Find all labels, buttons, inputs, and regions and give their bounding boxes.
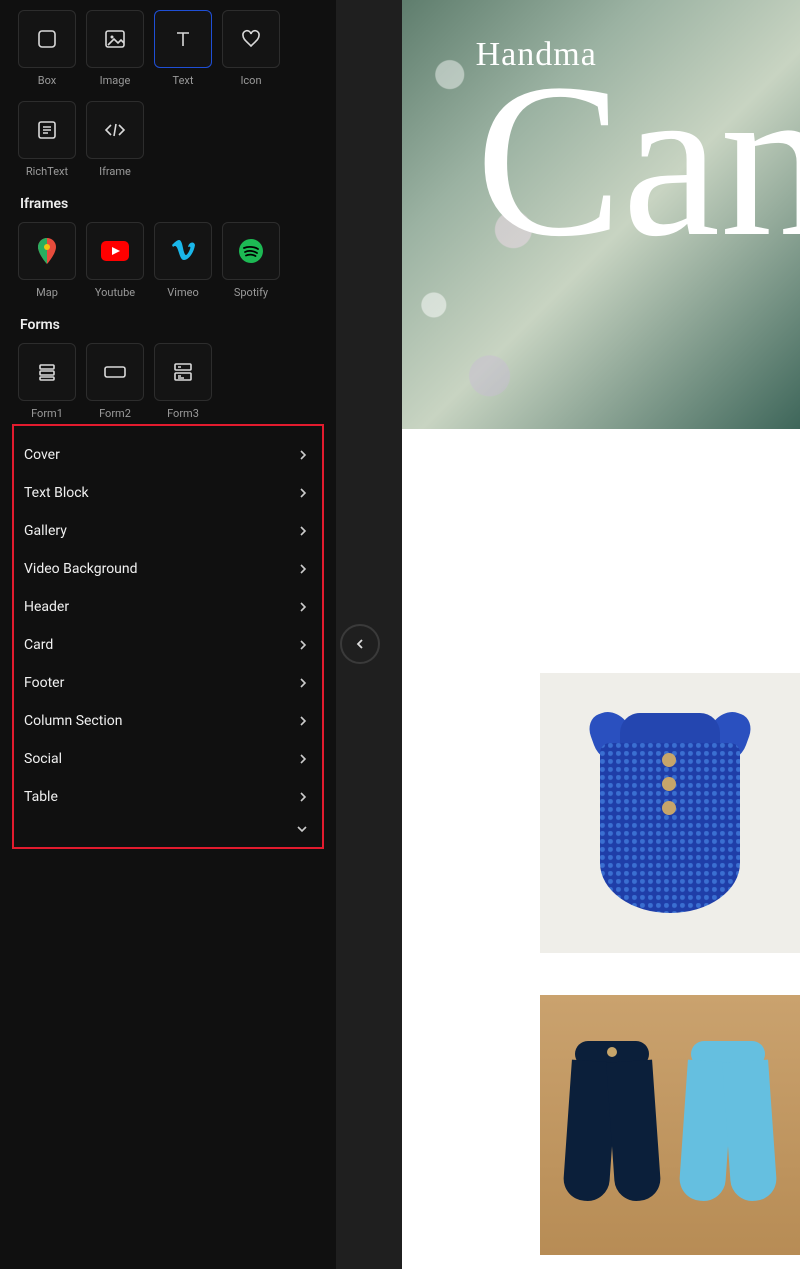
chevron-right-icon [298,716,308,726]
iframe-map[interactable]: Map [18,222,76,299]
iframe-label: Map [36,286,58,299]
chevron-right-icon [298,754,308,764]
form-form1[interactable]: Form1 [18,343,76,420]
element-label: Iframe [99,165,131,178]
form-label: Form1 [31,407,63,420]
youtube-icon [86,222,144,280]
hero-script: Can [476,94,800,226]
product-image-dress [540,673,800,953]
hero-image: Handma Can [402,0,800,429]
element-label: Text [173,74,194,87]
chevron-down-icon[interactable] [296,823,308,835]
template-item-label: Cover [24,447,60,463]
spotify-icon [222,222,280,280]
template-item-label: Header [24,599,69,615]
preview-canvas[interactable]: Handma Can [402,0,800,1269]
section-title-forms: Forms [20,317,318,333]
template-item-label: Card [24,637,53,653]
form2-icon [86,343,144,401]
form-label: Form2 [99,407,131,420]
template-item-label: Gallery [24,523,67,539]
sidebar-gap [336,0,402,1269]
chevron-right-icon [298,678,308,688]
chevron-right-icon [298,792,308,802]
template-item-label: Social [24,751,62,767]
iframe-label: Vimeo [167,286,198,299]
chevron-right-icon [298,564,308,574]
template-item-label: Column Section [24,713,122,729]
elements-grid-row1: Box Image Text Icon [18,10,318,87]
template-item-table[interactable]: Table [20,778,316,816]
form-form2[interactable]: Form2 [86,343,144,420]
richtext-icon [18,101,76,159]
element-label: Box [38,74,56,87]
form-label: Form3 [167,407,199,420]
element-label: RichText [26,165,68,178]
template-item-label: Video Background [24,561,138,577]
forms-grid: Form1 Form2 Form3 [18,343,318,420]
elements-grid-row2: RichText Iframe [18,101,318,178]
section-title-iframes: Iframes [20,196,318,212]
template-item-footer[interactable]: Footer [20,664,316,702]
editor-sidebar: Box Image Text Icon [0,0,336,1269]
iframe-label: Youtube [95,286,135,299]
text-icon [154,10,212,68]
iframes-grid: Map Youtube Vimeo Spotify [18,222,318,299]
form-form3[interactable]: Form3 [154,343,212,420]
iframe-youtube[interactable]: Youtube [86,222,144,299]
template-item-label: Table [24,789,58,805]
template-item-column-section[interactable]: Column Section [20,702,316,740]
vimeo-icon [154,222,212,280]
template-item-label: Footer [24,675,64,691]
chevron-right-icon [298,450,308,460]
map-pin-icon [18,222,76,280]
template-item-text-block[interactable]: Text Block [20,474,316,512]
heart-icon [222,10,280,68]
template-item-header[interactable]: Header [20,588,316,626]
template-item-video-background[interactable]: Video Background [20,550,316,588]
element-label: Icon [240,74,261,87]
element-box[interactable]: Box [18,10,76,87]
chevron-right-icon [298,526,308,536]
iframe-vimeo[interactable]: Vimeo [154,222,212,299]
form1-icon [18,343,76,401]
template-item-label: Text Block [24,485,89,501]
element-image[interactable]: Image [86,10,144,87]
iframe-spotify[interactable]: Spotify [222,222,280,299]
template-item-card[interactable]: Card [20,626,316,664]
product-image-pants [540,995,800,1255]
template-item-cover[interactable]: Cover [20,436,316,474]
element-label: Image [100,74,131,87]
chevron-right-icon [298,488,308,498]
chevron-right-icon [298,602,308,612]
element-iframe[interactable]: Iframe [86,101,144,178]
box-icon [18,10,76,68]
iframe-label: Spotify [234,286,268,299]
element-richtext[interactable]: RichText [18,101,76,178]
templates-list-highlight: Cover Text Block Gallery Video Background He… [12,424,324,849]
template-item-gallery[interactable]: Gallery [20,512,316,550]
collapse-sidebar-button[interactable] [340,624,380,664]
element-icon[interactable]: Icon [222,10,280,87]
code-icon [86,101,144,159]
form3-icon [154,343,212,401]
chevron-right-icon [298,640,308,650]
template-item-social[interactable]: Social [20,740,316,778]
element-text[interactable]: Text [154,10,212,87]
image-icon [86,10,144,68]
hero-text: Handma Can [476,36,800,226]
